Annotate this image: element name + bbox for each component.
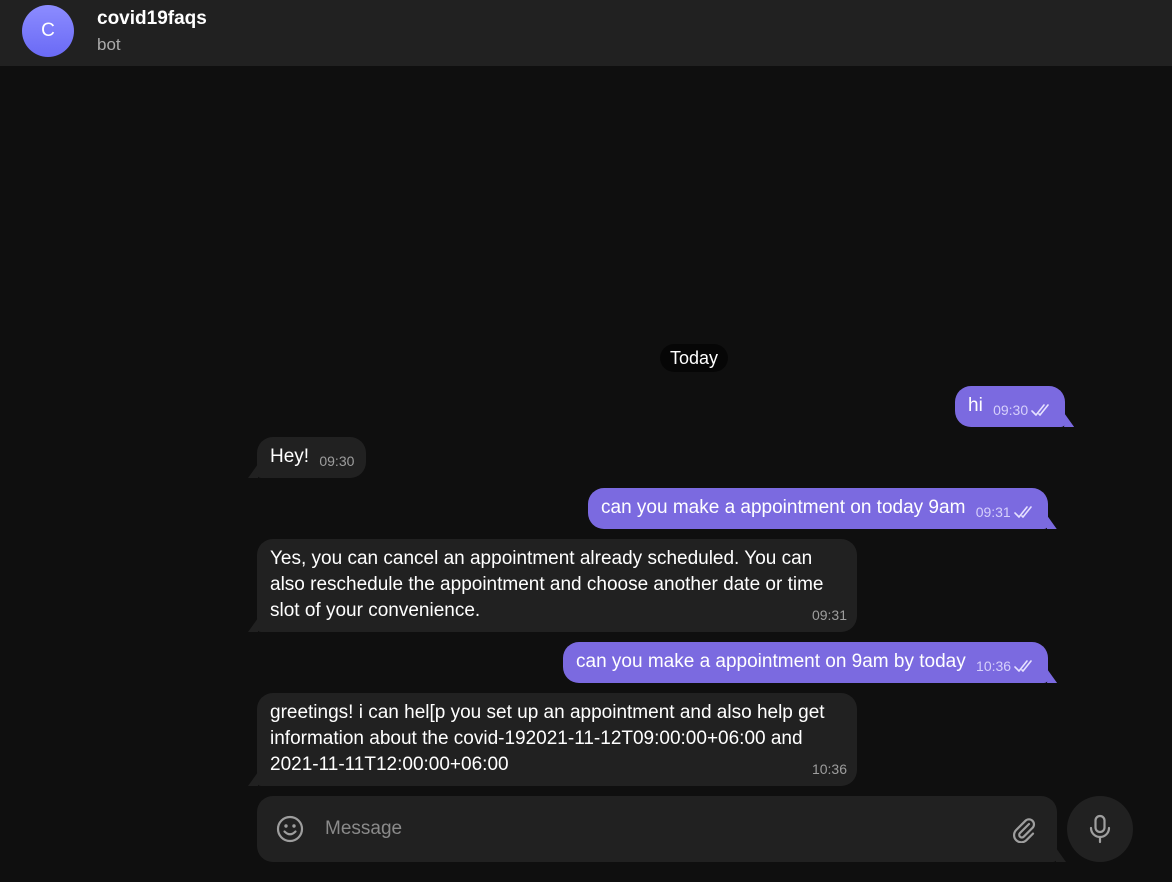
message-outgoing[interactable]: hi 09:30	[955, 386, 1066, 427]
message-meta: 09:31	[976, 499, 1036, 525]
message-text: Yes, you can cancel an appointment alrea…	[270, 548, 824, 621]
paperclip-icon	[1013, 818, 1036, 843]
double-check-icon	[1031, 404, 1049, 416]
message-incoming[interactable]: Yes, you can cancel an appointment alrea…	[257, 539, 857, 632]
chat-title: covid19faqs	[97, 8, 207, 29]
message-time: 09:30	[319, 453, 355, 469]
avatar-letter: C	[41, 20, 55, 41]
message-composer	[257, 796, 1057, 862]
message-text: can you make a appointment on 9am by tod…	[576, 651, 966, 672]
message-text: hi	[968, 395, 983, 416]
message-time: 09:31	[975, 504, 1011, 520]
message-time: 10:36	[811, 761, 847, 777]
chat-subtitle: bot	[97, 35, 121, 54]
message-input[interactable]	[325, 815, 985, 843]
message-text: Hey!	[270, 446, 310, 467]
microphone-button[interactable]	[1067, 796, 1133, 862]
message-meta: 09:30	[319, 448, 354, 474]
double-check-icon	[1013, 506, 1032, 518]
date-separator: Today	[660, 344, 729, 372]
message-time: 10:36	[976, 658, 1012, 674]
message-text: can you make a appointment on today 9am	[601, 497, 966, 518]
smile-icon	[276, 815, 304, 843]
chat-header[interactable]: C covid19faqs bot	[0, 0, 1172, 66]
message-incoming[interactable]: Hey! 09:30	[257, 437, 367, 478]
microphone-icon	[1089, 814, 1111, 844]
message-outgoing[interactable]: can you make a appointment on 9am by tod…	[563, 642, 1049, 683]
avatar[interactable]: C	[22, 5, 74, 57]
message-outgoing[interactable]: can you make a appointment on today 9am …	[588, 488, 1048, 529]
message-time: 09:31	[811, 607, 847, 623]
attach-button[interactable]	[1007, 813, 1039, 845]
message-time: 09:30	[993, 402, 1029, 418]
message-meta: 10:36	[976, 653, 1036, 679]
message-meta: 09:30	[993, 397, 1053, 423]
message-incoming[interactable]: greetings! i can hel[p you set up an app…	[257, 693, 857, 786]
double-check-icon	[1014, 660, 1032, 672]
emoji-button[interactable]	[274, 813, 306, 845]
message-text: greetings! i can hel[p you set up an app…	[270, 702, 825, 775]
